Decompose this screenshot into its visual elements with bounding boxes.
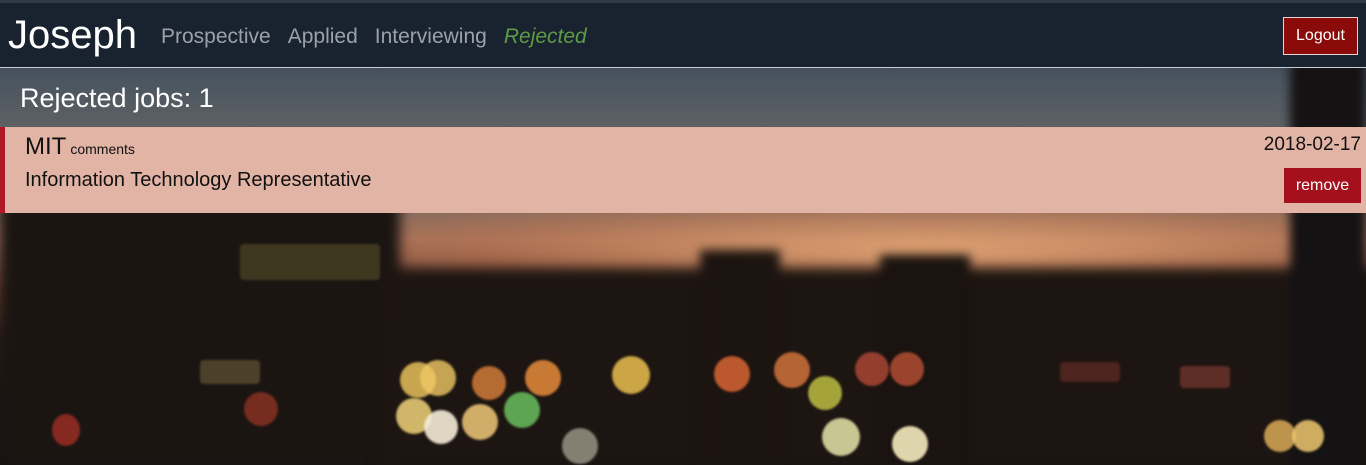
remove-button[interactable]: remove <box>1284 168 1361 203</box>
logout-button[interactable]: Logout <box>1283 17 1358 55</box>
job-date: 2018-02-17 <box>1263 134 1361 155</box>
nav-link-rejected[interactable]: Rejected <box>504 23 587 51</box>
nav-link-applied[interactable]: Applied <box>288 23 358 51</box>
rejected-count-heading: Rejected jobs: 1 <box>20 83 214 113</box>
company-name: MIT <box>25 133 67 160</box>
job-card: MIT comments Information Technology Repre… <box>0 127 1366 213</box>
nav-link-prospective[interactable]: Prospective <box>161 23 271 51</box>
nav-links: Prospective Applied Interviewing Rejecte… <box>161 23 604 51</box>
navbar: Joseph Prospective Applied Interviewing … <box>0 0 1366 68</box>
job-title: Information Technology Representative <box>25 169 372 191</box>
brand-name[interactable]: Joseph <box>8 11 137 59</box>
job-company: MIT comments <box>25 133 135 163</box>
background-image <box>0 0 1366 465</box>
nav-link-interviewing[interactable]: Interviewing <box>375 23 487 51</box>
comments-link[interactable]: comments <box>70 141 135 157</box>
